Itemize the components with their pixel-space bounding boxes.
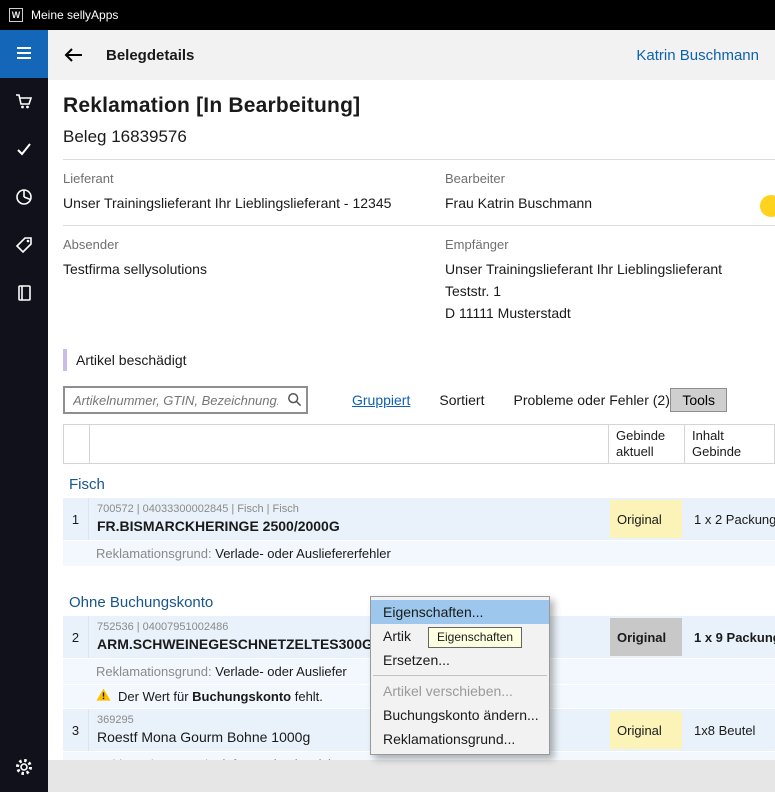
grund-value: Verlade- oder Ausliefererfehler	[212, 546, 391, 561]
menu-item-eigenschaften[interactable]: Eigenschaften...	[371, 600, 549, 624]
note-accent-bar	[63, 349, 67, 371]
tools-button[interactable]: Tools	[670, 388, 727, 412]
header-cell-gebinde: Gebinde aktuell	[609, 425, 685, 463]
menu-item-artikel-verschieben-disabled: Artikel verschieben...	[371, 679, 549, 703]
menu-separator	[373, 675, 547, 676]
check-icon	[14, 139, 34, 162]
empfaenger-line1: Unser Trainingslieferant Ihr Lieblingsli…	[445, 259, 775, 280]
empfaenger-label: Empfänger	[445, 233, 775, 252]
sidebar-item-tasks[interactable]	[0, 126, 48, 174]
bearbeiter-label: Bearbeiter	[445, 167, 775, 186]
lieferant-value: Unser Trainingslieferant Ihr Lieblingsli…	[63, 193, 445, 214]
status-indicator	[760, 195, 775, 217]
inhalt-value: 1 x 9 Packungen	[684, 616, 775, 658]
gebinde-badge: Original	[610, 618, 682, 656]
row-number: 2	[63, 616, 89, 658]
menu-item-ersetzen[interactable]: Ersetzen...	[371, 648, 549, 672]
search-input[interactable]	[63, 386, 308, 414]
sidebar-item-labels[interactable]	[0, 222, 48, 270]
absender-label: Absender	[63, 233, 445, 252]
bearbeiter-value: Frau Katrin Buschmann	[445, 193, 775, 214]
note-text: Artikel beschädigt	[76, 352, 187, 368]
menu-item-buchungskonto-aendern[interactable]: Buchungskonto ändern...	[371, 703, 549, 727]
back-button[interactable]	[62, 45, 84, 65]
article-meta: 700572 | 04033300002845 | Fisch | Fisch	[97, 503, 600, 515]
cart-icon	[14, 91, 34, 114]
gebinde-badge: Original	[610, 500, 682, 538]
context-menu: Eigenschaften... Artik Ersetzen... Artik…	[370, 596, 550, 755]
tooltip: Eigenschaften	[428, 627, 522, 648]
table-row[interactable]: 1 700572 | 04033300002845 | Fisch | Fisc…	[63, 498, 775, 540]
warning-icon	[96, 688, 111, 704]
document-title: Reklamation [In Bearbeitung]	[63, 94, 775, 118]
reklamationsgrund-row: Reklamationsgrund: Verlade- oder Auslief…	[63, 541, 775, 566]
hamburger-menu-button[interactable]	[0, 30, 48, 78]
group-header-fisch[interactable]: Fisch	[63, 464, 775, 498]
lieferant-label: Lieferant	[63, 167, 445, 186]
row-number: 3	[63, 709, 89, 751]
sidebar-item-journal[interactable]	[0, 270, 48, 318]
row-number: 1	[63, 498, 89, 540]
sidebar-spacer	[0, 318, 48, 744]
document-number: Beleg 16839576	[63, 127, 775, 147]
page-title: Belegdetails	[106, 47, 194, 64]
app-title: Meine sellyApps	[31, 8, 118, 22]
sidebar-item-settings[interactable]	[0, 744, 48, 792]
header-cell-rownum	[64, 425, 90, 463]
page-header: Belegdetails Katrin Buschmann	[48, 30, 775, 80]
tag-icon	[14, 235, 34, 258]
user-name-link[interactable]: Katrin Buschmann	[636, 47, 759, 64]
titlebar: W Meine sellyApps	[0, 0, 775, 30]
table-header-row: Gebinde aktuell Inhalt Gebinde	[63, 424, 775, 464]
menu-item-reklamationsgrund[interactable]: Reklamationsgrund...	[371, 727, 549, 751]
app-window: W Meine sellyApps	[0, 0, 775, 792]
group-gap	[63, 566, 775, 590]
field-row-1: Lieferant Unser Trainingslieferant Ihr L…	[63, 160, 775, 223]
header-cell-inhalt: Inhalt Gebinde	[685, 425, 774, 463]
status-footer	[48, 760, 775, 792]
sidebar-item-cart[interactable]	[0, 78, 48, 126]
filter-sortiert-link[interactable]: Sortiert	[439, 392, 484, 408]
filter-gruppiert-link[interactable]: Gruppiert	[352, 392, 410, 408]
inhalt-value: 1 x 2 Packungen	[684, 498, 775, 540]
damage-note: Artikel beschädigt	[63, 349, 775, 371]
grund-value: Verlade- oder Ausliefer	[212, 664, 347, 679]
book-icon	[14, 283, 34, 306]
grund-value: Liefertermin abweichen	[212, 757, 350, 760]
arrow-left-icon	[62, 45, 84, 65]
pie-chart-icon	[14, 187, 34, 210]
sidebar	[0, 30, 48, 792]
article-name: FR.BISMARCKHERINGE 2500/2000G	[97, 518, 600, 534]
header-cell-article	[90, 425, 609, 463]
hamburger-icon	[14, 43, 34, 66]
absender-value: Testfirma sellysolutions	[63, 259, 445, 280]
empfaenger-line3: D 11111 Musterstadt	[445, 303, 775, 324]
gear-icon	[14, 757, 34, 780]
app-logo-icon: W	[9, 8, 23, 22]
sidebar-item-reports[interactable]	[0, 174, 48, 222]
empfaenger-line2: Teststr. 1	[445, 281, 775, 302]
inhalt-value: 1x8 Beutel	[684, 709, 775, 751]
field-row-2: Absender Testfirma sellysolutions Empfän…	[63, 226, 775, 333]
filter-probleme-link[interactable]: Probleme oder Fehler (2)	[513, 392, 669, 408]
gebinde-badge: Original	[610, 711, 682, 749]
search-icon	[287, 392, 302, 410]
list-toolbar: Gruppiert Sortiert Probleme oder Fehler …	[63, 386, 775, 414]
